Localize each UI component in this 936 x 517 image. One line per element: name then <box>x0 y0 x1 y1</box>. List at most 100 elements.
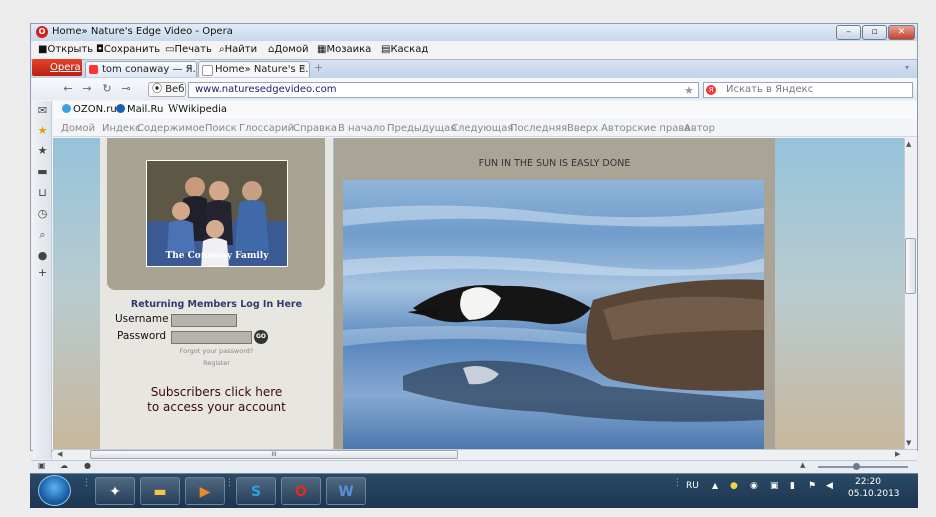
language-indicator[interactable]: RU <box>686 481 699 491</box>
menu-bar <box>31 42 917 58</box>
taskbar-opera-icon[interactable]: O <box>281 477 321 505</box>
nav-link-previous[interactable]: Предыдущая <box>387 123 456 134</box>
maximize-button[interactable]: ▫ <box>862 25 887 40</box>
clock-date: 05.10.2013 <box>848 489 900 499</box>
tab-label: Home» Nature's E... <box>215 64 310 75</box>
window-title: Home» Nature's Edge Video - Opera <box>52 26 233 37</box>
vertical-scroll-thumb[interactable] <box>905 238 916 294</box>
zoom-out-icon[interactable]: ▲ <box>800 461 805 469</box>
panel-toggle-icon[interactable]: ▣ <box>38 461 46 470</box>
mailru-icon <box>116 104 125 113</box>
taskbar-word-icon[interactable]: W <box>326 477 366 505</box>
bookmark-mailru[interactable]: Mail.Ru <box>116 104 163 115</box>
opera-menu-button[interactable]: Opera <box>32 59 82 76</box>
bookmark-star-icon[interactable]: ★ <box>684 84 694 97</box>
bookmark-ozon[interactable]: OZON.ru <box>62 104 117 115</box>
search-panel-icon[interactable]: ⌕ <box>36 228 49 241</box>
search-input[interactable]: Искать в Яндекс <box>703 82 913 98</box>
nav-link-copyright[interactable]: Авторские права <box>601 123 690 134</box>
nav-link-next[interactable]: Следующая <box>451 123 513 134</box>
tray-flag-icon[interactable]: ⚑ <box>808 481 816 491</box>
nav-link-up[interactable]: Вверх <box>567 123 598 134</box>
tray-signal-icon[interactable]: ▮ <box>790 481 795 491</box>
horizontal-scroll-thumb[interactable]: III <box>90 450 458 459</box>
history-icon[interactable]: ◷ <box>36 207 49 220</box>
tab-list-chevron-icon[interactable]: ▾ <box>905 63 909 72</box>
zoom-slider-knob[interactable] <box>853 463 860 470</box>
transfers-icon[interactable]: ⊔ <box>36 186 49 199</box>
register-link[interactable]: Register <box>100 359 333 367</box>
forgot-password-link[interactable]: Forgot your password? <box>100 347 333 355</box>
taskbar-grip-icon: ⋮ <box>82 478 91 488</box>
close-button[interactable]: ✕ <box>888 25 915 40</box>
taskbar-player-icon[interactable]: ▶ <box>185 477 225 505</box>
taskbar-explorer-icon[interactable]: ▬ <box>140 477 180 505</box>
taskbar-skype-icon[interactable]: S <box>236 477 276 505</box>
tray-app-icon[interactable]: ● <box>730 481 738 491</box>
scroll-up-icon[interactable]: ▲ <box>906 140 911 148</box>
username-field[interactable] <box>171 314 237 327</box>
unite-icon[interactable]: ● <box>84 461 91 470</box>
taskbar-media-icon[interactable]: ✦ <box>95 477 135 505</box>
start-button[interactable] <box>38 475 71 506</box>
nav-link-help[interactable]: Справка <box>293 123 337 134</box>
zoom-slider[interactable] <box>818 466 908 468</box>
subscribers-link-line2[interactable]: to access your account <box>100 400 333 414</box>
password-field[interactable] <box>171 331 252 344</box>
tab-label: tom conaway — Я... <box>102 64 197 75</box>
menu-find[interactable]: ⌕Найти <box>219 44 257 55</box>
web-button[interactable]: ⦿ Веб <box>148 82 186 97</box>
tab-natures-edge[interactable]: Home» Nature's E... × <box>198 61 310 77</box>
address-bar[interactable]: www.naturesedgevideo.com <box>188 82 699 98</box>
back-icon[interactable]: ← <box>60 82 76 96</box>
clock[interactable]: 22:20 05.10.2013 <box>848 476 900 500</box>
speed-dial-icon[interactable]: ✉ <box>36 104 49 117</box>
info-icon[interactable]: ● <box>36 249 49 262</box>
scroll-down-icon[interactable]: ▼ <box>906 439 911 447</box>
save-icon: ◘ <box>96 44 104 55</box>
nav-link-contents[interactable]: Содержимое <box>137 123 205 134</box>
bookmarks-icon[interactable]: ★ <box>36 124 49 137</box>
menu-mosaic[interactable]: ▦Мозаика <box>317 44 371 55</box>
turbo-icon[interactable]: ☁ <box>60 461 68 470</box>
tab-close-icon[interactable]: × <box>185 62 193 77</box>
nav-link-last[interactable]: Последняя <box>510 123 567 134</box>
bookmark-wikipedia[interactable]: WWikipedia <box>168 104 227 115</box>
menu-save[interactable]: ◘Сохранить <box>96 44 160 55</box>
ozon-icon <box>62 104 71 113</box>
tab-yandex[interactable]: tom conaway — Я... × <box>85 61 197 77</box>
tray-device-icon[interactable]: ▣ <box>770 481 779 491</box>
tray-network-icon[interactable]: ◉ <box>750 481 758 491</box>
tray-volume-icon[interactable]: ◀ <box>826 481 833 491</box>
nav-link-glossary[interactable]: Глоссарий <box>239 123 294 134</box>
widgets-icon[interactable]: ★ <box>36 144 49 157</box>
page-tab-icon <box>202 65 213 76</box>
key-icon[interactable]: ⊸ <box>118 82 134 96</box>
minimize-button[interactable]: – <box>836 25 861 40</box>
notes-icon[interactable]: ▬ <box>36 165 49 178</box>
tray-expand-icon[interactable]: ▲ <box>712 481 718 490</box>
yandex-search-icon[interactable]: Я <box>706 85 716 95</box>
web-icon: ⦿ <box>152 84 162 95</box>
nav-link-author[interactable]: Автор <box>684 123 715 134</box>
wikipedia-icon: W <box>168 104 179 115</box>
go-button[interactable]: GO <box>254 330 268 344</box>
scroll-left-icon[interactable]: ◀ <box>57 450 62 458</box>
forward-icon[interactable]: → <box>79 82 95 96</box>
add-panel-icon[interactable]: + <box>36 266 49 279</box>
reload-icon[interactable]: ↻ <box>99 82 115 96</box>
nav-link-home[interactable]: Домой <box>61 123 95 134</box>
login-title: Returning Members Log In Here <box>130 299 303 310</box>
nav-link-top[interactable]: В начало <box>338 123 385 134</box>
nav-link-index[interactable]: Индекс <box>102 123 141 134</box>
scroll-right-icon[interactable]: ▶ <box>895 450 900 458</box>
nav-link-search[interactable]: Поиск <box>205 123 237 134</box>
tab-close-icon[interactable]: × <box>298 62 306 77</box>
new-tab-button[interactable]: + <box>314 61 323 74</box>
subscribers-link-line1[interactable]: Subscribers click here <box>100 385 333 399</box>
family-photo-caption: The Conaway Family <box>165 251 269 261</box>
menu-cascade[interactable]: ▤Каскад <box>381 44 428 55</box>
menu-print[interactable]: ▭Печать <box>165 44 212 55</box>
menu-home[interactable]: ⌂Домой <box>268 44 308 55</box>
menu-open[interactable]: ■Открыть <box>38 44 93 55</box>
